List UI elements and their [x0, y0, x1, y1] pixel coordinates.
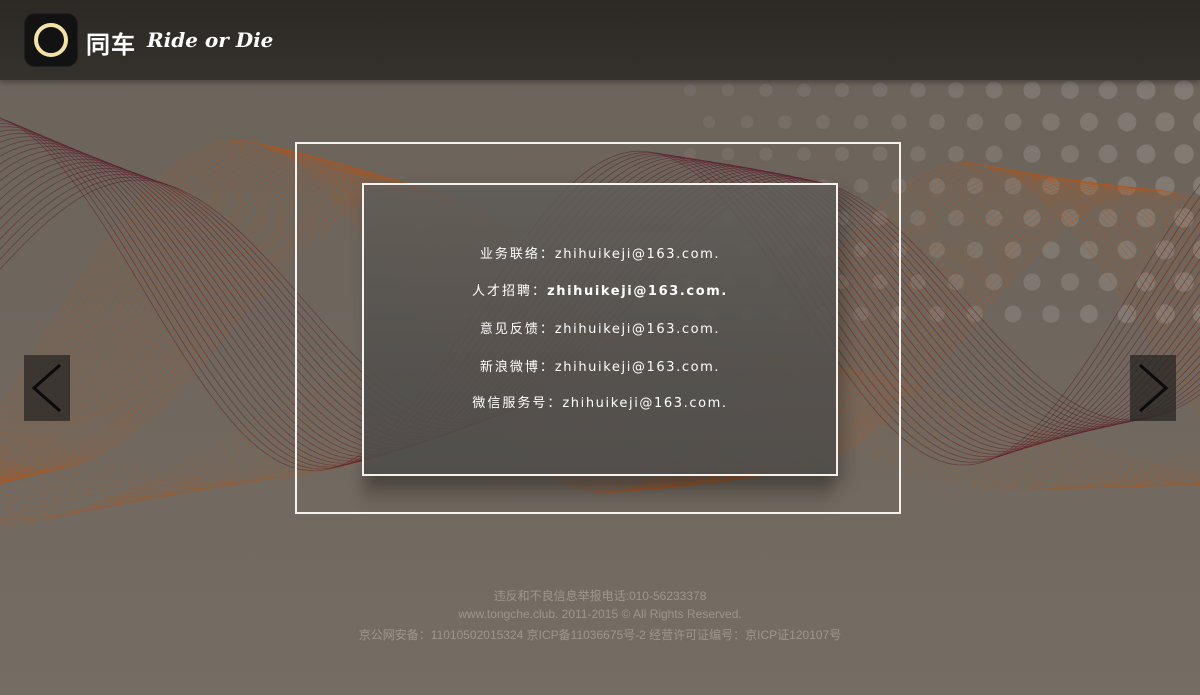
bg-dot: [929, 114, 945, 130]
chevron-right-icon: [1139, 363, 1169, 413]
bg-dot: [1117, 240, 1137, 260]
footer-report-line: 违反和不良信息举报电话:010-56233378: [493, 589, 707, 603]
bg-dot: [721, 83, 735, 97]
bg-dot: [1004, 113, 1022, 131]
bg-dot: [853, 114, 869, 130]
bg-dot: [891, 114, 907, 130]
contact-label: 微信服务号：: [472, 396, 563, 411]
contact-business: 业务联络：zhihuikeji@163.com.: [364, 243, 836, 262]
bg-dot: [1174, 80, 1194, 100]
bg-dot: [872, 82, 888, 98]
bg-dot: [1155, 112, 1175, 132]
contact-feedback: 意见反馈：zhihuikeji@163.com.: [364, 318, 836, 337]
contact-wechat: 微信服务号：zhihuikeji@163.com.: [364, 392, 836, 411]
next-slide-button[interactable]: [1130, 355, 1176, 421]
bg-dot: [1042, 241, 1060, 259]
contact-panel: 业务联络：zhihuikeji@163.com. 人才招聘：zhihuikeji…: [362, 183, 838, 476]
bg-dot: [947, 145, 965, 163]
contact-label: 业务联络：: [479, 247, 555, 262]
contact-email-link[interactable]: zhihuikeji@163.com.: [555, 360, 720, 375]
bg-dot: [759, 83, 773, 97]
footer-license: 京公网安备：11010502015324 京ICP备11036675号-2 经营…: [358, 628, 842, 642]
bg-dot: [1098, 80, 1118, 100]
bg-dot: [1098, 144, 1118, 164]
bg-dot: [985, 81, 1003, 99]
app-logo[interactable]: [25, 14, 77, 66]
bg-dot: [1023, 81, 1041, 99]
bg-dot: [815, 114, 831, 130]
bg-dot: [778, 115, 792, 129]
bg-dot: [1042, 305, 1060, 323]
footer-copyright: www.tongche.club. 2011-2015 © All Rights…: [458, 607, 742, 621]
brand-name: 同车: [86, 31, 136, 59]
prev-slide-button[interactable]: [24, 355, 70, 421]
bg-dot: [1061, 145, 1079, 163]
contact-email-link[interactable]: zhihuikeji@163.com.: [555, 322, 720, 337]
bg-dot: [910, 82, 926, 98]
bg-dot: [1117, 112, 1137, 132]
bg-dot: [985, 145, 1003, 163]
bg-dot: [910, 146, 926, 162]
contact-email-link[interactable]: zhihuikeji@163.com.: [555, 247, 720, 262]
bg-dot: [740, 115, 754, 129]
contact-label: 意见反馈：: [479, 322, 555, 337]
bg-dot: [1136, 80, 1156, 100]
contact-weibo: 新浪微博：zhihuikeji@163.com.: [364, 356, 836, 375]
brand-slogan: Ride or Die: [147, 28, 274, 52]
bg-dot: [684, 84, 696, 96]
bg-dot: [1061, 81, 1079, 99]
contact-label: 新浪微博：: [479, 360, 555, 375]
bg-dot: [1061, 273, 1079, 291]
bg-dot: [1174, 208, 1194, 228]
bg-dot: [1023, 273, 1041, 291]
bg-dot: [1023, 209, 1041, 227]
bg-dot: [1079, 112, 1099, 132]
bg-dot: [702, 115, 716, 129]
bg-dot: [1023, 145, 1041, 163]
bg-dot: [797, 83, 811, 97]
bg-dot: [1174, 144, 1194, 164]
bg-dot: [1042, 113, 1060, 131]
ring-logo-icon: [34, 23, 68, 57]
bg-dot: [947, 81, 965, 99]
bg-dot: [1193, 112, 1200, 132]
chevron-left-icon: [31, 363, 61, 413]
bg-dot: [1004, 305, 1022, 323]
contact-email-link[interactable]: zhihuikeji@163.com.: [562, 396, 727, 411]
contact-email-link[interactable]: zhihuikeji@163.com.: [547, 284, 728, 299]
contact-label: 人才招聘：: [472, 284, 548, 299]
top-header: 同车 Ride or Die: [0, 0, 1200, 80]
bg-dot: [834, 82, 850, 98]
bg-dot: [1079, 304, 1099, 324]
bg-dot: [1136, 144, 1156, 164]
contact-recruiting: 人才招聘：zhihuikeji@163.com.: [364, 280, 836, 299]
bg-dot: [966, 113, 984, 131]
